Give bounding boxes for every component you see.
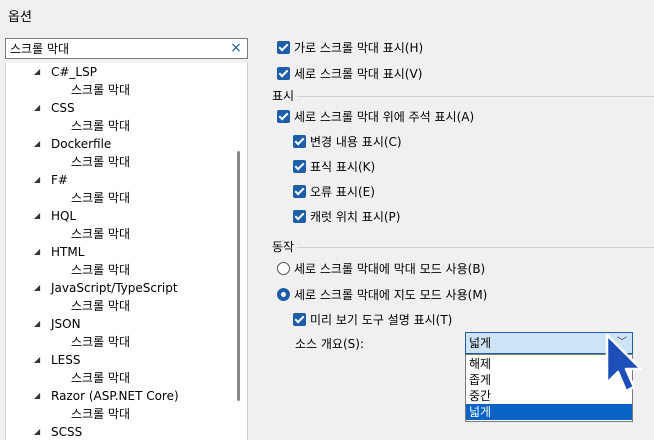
checkbox-checked-icon[interactable] — [293, 160, 306, 173]
tree-category-label: JSON — [51, 317, 81, 331]
options-panel: 가로 스크롤 막대 표시(H) 세로 스크롤 막대 표시(V) 표시 세로 스크… — [265, 32, 654, 440]
tree-scrollbar[interactable] — [237, 151, 240, 401]
tree-item-label: 스크롤 막대 — [71, 299, 131, 313]
expanded-arrow-icon[interactable]: ◢ — [34, 207, 40, 225]
checkbox-checked-icon[interactable] — [277, 41, 290, 54]
tree-category-label: HTML — [51, 245, 85, 259]
radio-unselected-icon[interactable] — [277, 262, 290, 275]
chevron-down-icon[interactable]: ﹀ — [617, 335, 627, 351]
tree-category-label: Dockerfile — [51, 137, 112, 151]
search-box[interactable]: × — [5, 38, 248, 59]
radio-label: 세로 스크롤 막대에 지도 모드 사용(M) — [294, 288, 488, 302]
checkbox-checked-icon[interactable] — [293, 313, 306, 326]
tree-item-label: 스크롤 막대 — [71, 407, 131, 421]
checkbox-label: 표식 표시(K) — [310, 160, 376, 174]
checkbox-checked-icon[interactable] — [277, 110, 290, 123]
tree-category-label: SCSS — [51, 425, 83, 439]
tree-item-label: 스크롤 막대 — [71, 155, 131, 169]
expanded-arrow-icon[interactable]: ◢ — [34, 99, 40, 117]
tree-category-label: Razor (ASP.NET Core) — [51, 389, 179, 403]
tree-category-label: F# — [51, 173, 68, 187]
tree-category-label: LESS — [51, 353, 81, 367]
title-bar: 옵션 — [0, 0, 654, 32]
checkbox-label: 가로 스크롤 막대 표시(H) — [294, 41, 424, 55]
tree-item-label: 스크롤 막대 — [71, 335, 131, 349]
expanded-arrow-icon[interactable]: ◢ — [34, 387, 40, 405]
checkbox-label: 캐럿 위치 표시(P) — [310, 210, 401, 224]
section-divider — [297, 247, 654, 248]
radio-selected-icon[interactable] — [277, 288, 290, 301]
tree-item-label: 스크롤 막대 — [71, 191, 131, 205]
dropdown-option[interactable]: 좁게 — [466, 372, 632, 388]
dropdown-option-selected[interactable]: 넓게 — [466, 404, 632, 420]
checkbox-label: 세로 스크롤 막대 표시(V) — [294, 67, 423, 81]
tree-category-label: CSS — [51, 101, 75, 115]
tree-item-label: 스크롤 막대 — [71, 227, 131, 241]
expanded-arrow-icon[interactable]: ◢ — [34, 135, 40, 153]
expanded-arrow-icon[interactable]: ◢ — [34, 63, 40, 81]
expanded-arrow-icon[interactable]: ◢ — [34, 423, 40, 440]
expanded-arrow-icon[interactable]: ◢ — [34, 243, 40, 261]
source-overview-dropdown[interactable]: 넓게 ﹀ — [465, 332, 633, 354]
tree-item-label: 스크롤 막대 — [71, 119, 131, 133]
dropdown-value: 넓게 — [469, 336, 492, 350]
expanded-arrow-icon[interactable]: ◢ — [34, 279, 40, 297]
dropdown-list: 해제 좁게 중간 넓게 — [465, 354, 633, 422]
behavior-section-title: 동작 — [272, 240, 295, 254]
tree-item-label: 스크롤 막대 — [71, 371, 131, 385]
section-divider — [297, 96, 654, 97]
dropdown-option[interactable]: 해제 — [466, 356, 632, 372]
close-icon[interactable]: × — [229, 40, 243, 57]
checkbox-checked-icon[interactable] — [293, 210, 306, 223]
expanded-arrow-icon[interactable]: ◢ — [34, 171, 40, 189]
source-overview-label: 소스 개요(S): — [295, 337, 364, 351]
tree-item-label: 스크롤 막대 — [71, 263, 131, 277]
checkbox-checked-icon[interactable] — [293, 185, 306, 198]
options-tree[interactable]: ◢ C#_LSP 스크롤 막대 ◢ CSS 스크롤 막대 ◢ Dockerfil… — [5, 63, 248, 440]
checkbox-label: 변경 내용 표시(C) — [310, 135, 402, 149]
tree-item-label: 스크롤 막대 — [71, 83, 131, 97]
expanded-arrow-icon[interactable]: ◢ — [34, 351, 40, 369]
tree-category-label: HQL — [51, 209, 77, 223]
tree-category-label: JavaScript/TypeScript — [51, 281, 178, 295]
tree-category-label: C#_LSP — [51, 65, 97, 79]
checkbox-label: 오류 표시(E) — [310, 185, 375, 199]
search-input[interactable] — [10, 40, 226, 57]
dropdown-option[interactable]: 중간 — [466, 388, 632, 404]
window-title: 옵션 — [8, 10, 32, 25]
checkbox-checked-icon[interactable] — [293, 135, 306, 148]
radio-label: 세로 스크롤 막대에 막대 모드 사용(B) — [294, 262, 486, 276]
expanded-arrow-icon[interactable]: ◢ — [34, 315, 40, 333]
checkbox-label: 미리 보기 도구 설명 표시(T) — [310, 313, 453, 327]
checkbox-checked-icon[interactable] — [277, 67, 290, 80]
checkbox-label: 세로 스크롤 막대 위에 주석 표시(A) — [294, 110, 475, 124]
display-section-title: 표시 — [272, 89, 295, 103]
